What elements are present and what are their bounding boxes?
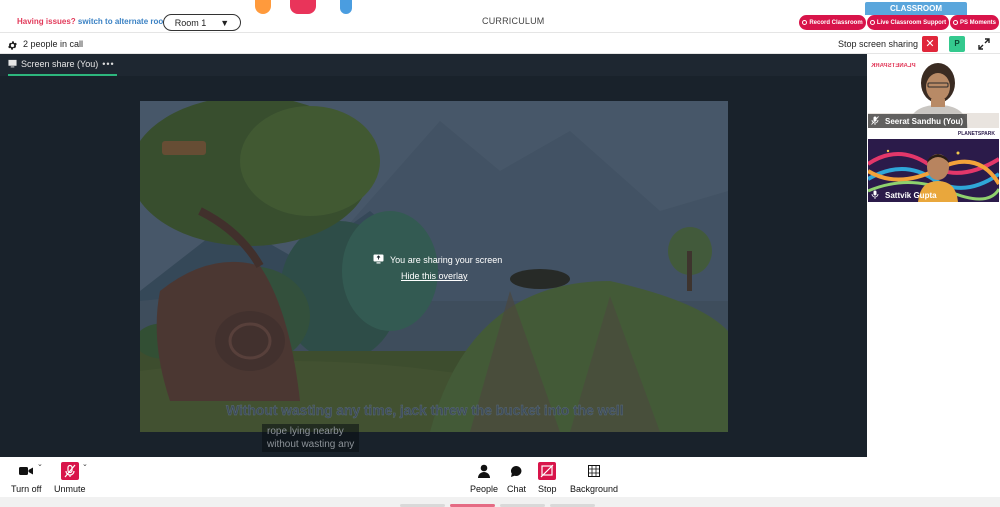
- video-caption: Without wasting any time, jack threw the…: [226, 402, 624, 418]
- ps-moments-button[interactable]: PS Moments: [950, 15, 999, 30]
- more-options-icon[interactable]: •••: [102, 59, 114, 69]
- mic-toggle-button[interactable]: Unmute: [54, 461, 86, 494]
- caret-down-icon: ▼: [220, 17, 230, 28]
- decorative-stripe: [255, 0, 271, 14]
- mic-muted-icon: [60, 461, 79, 481]
- classroom-tab[interactable]: CLASSROOM: [865, 2, 967, 15]
- subtitle-box: rope lying nearby without wasting any: [262, 424, 360, 452]
- chat-bubble-icon: [510, 461, 523, 481]
- ps-moments-label: PS Moments: [959, 19, 996, 26]
- subtitle-line: without wasting any: [267, 439, 355, 450]
- mic-toggle-label: Unmute: [54, 484, 86, 494]
- video-camera-icon: [19, 461, 34, 481]
- background-button[interactable]: Background: [570, 461, 618, 494]
- chevron-down-icon[interactable]: ⌄: [37, 460, 43, 468]
- stop-sharing-label: Stop screen sharing: [838, 39, 919, 49]
- main-stage: Screen share (You) ••• You are sharing y…: [0, 54, 867, 457]
- subtitle-line: rope lying nearby: [267, 426, 344, 437]
- participant-name-bar: Sattvik Gupta: [868, 188, 941, 202]
- brand-logo-text: PLANETSPARK: [957, 131, 995, 137]
- support-icon: [869, 20, 875, 25]
- people-label: People: [470, 484, 499, 494]
- curriculum-tab[interactable]: CURRICULUM: [482, 16, 545, 26]
- screen-share-tab-label: Screen share (You): [21, 59, 99, 69]
- room-select-value: Room 1: [174, 17, 207, 28]
- participant-name-bar: Seerat Sandhu (You): [868, 114, 968, 128]
- person-icon: [478, 461, 491, 481]
- screen-share-icon: [373, 254, 384, 266]
- mic-muted-icon: [871, 115, 879, 127]
- participant-name: Sattvik Gupta: [885, 190, 937, 200]
- live-support-button[interactable]: Live Classroom Support: [867, 15, 949, 30]
- call-controls: Turn off ⌄ Unmute ⌄ People Chat Stop Bac…: [0, 457, 1000, 497]
- hide-overlay-link[interactable]: Hide this overlay: [401, 271, 468, 281]
- record-icon: [802, 20, 808, 25]
- stop-share-icon: [538, 461, 557, 481]
- mic-icon: [871, 190, 879, 201]
- screen-share-tab[interactable]: Screen share (You) •••: [8, 59, 117, 76]
- camera-toggle-label: Turn off: [11, 484, 42, 494]
- moments-icon: [952, 20, 958, 25]
- stage-tab-bar: Screen share (You) •••: [0, 54, 867, 76]
- close-icon: ✕: [925, 38, 935, 50]
- chevron-down-icon[interactable]: ⌄: [82, 460, 88, 468]
- chat-label: Chat: [507, 484, 527, 494]
- background-grid-icon: [588, 461, 601, 481]
- background-label: Background: [570, 484, 619, 494]
- brand-logo-text: PLANETSPARK: [871, 63, 916, 69]
- issues-notice: Having issues? switch to alternate room: [17, 17, 170, 26]
- page-footer: [0, 497, 1000, 507]
- expand-icon[interactable]: [977, 37, 991, 51]
- sharing-overlay-message: You are sharing your screen: [373, 254, 502, 266]
- stop-sharing-button[interactable]: ✕: [922, 36, 938, 52]
- stop-share-label: Stop: [538, 484, 557, 494]
- stop-share-button[interactable]: Stop: [538, 461, 557, 494]
- alternate-room-link[interactable]: switch to alternate room: [78, 17, 170, 26]
- people-count: 2 people in call: [23, 39, 84, 49]
- chat-button[interactable]: Chat: [507, 461, 526, 494]
- screen-share-icon: [8, 59, 17, 70]
- participant-name: Seerat Sandhu (You): [885, 116, 964, 126]
- people-button[interactable]: People: [470, 461, 498, 494]
- participant-tile[interactable]: PLANETSPARK Seerat Sandhu (You): [868, 55, 999, 128]
- call-header: 2 people in call Stop screen sharing ✕ P: [0, 32, 1000, 54]
- decorative-stripe: [340, 0, 352, 14]
- shared-screen-video: [140, 101, 728, 432]
- participant-avatar-button[interactable]: P: [949, 36, 965, 52]
- issues-text: Having issues?: [17, 17, 76, 26]
- record-classroom-label: Record Classroom: [809, 19, 863, 26]
- room-select[interactable]: Room 1 ▼: [163, 14, 241, 31]
- shared-screen-scene: [140, 101, 728, 432]
- sharing-overlay-text: You are sharing your screen: [390, 255, 503, 265]
- top-bar: Having issues? switch to alternate room …: [0, 0, 1000, 32]
- live-support-label: Live Classroom Support: [876, 19, 947, 26]
- participant-tile[interactable]: PLANETSPARK Sattvik Gupta: [868, 129, 999, 202]
- record-classroom-button[interactable]: Record Classroom: [799, 15, 866, 30]
- decorative-stripe: [290, 0, 316, 14]
